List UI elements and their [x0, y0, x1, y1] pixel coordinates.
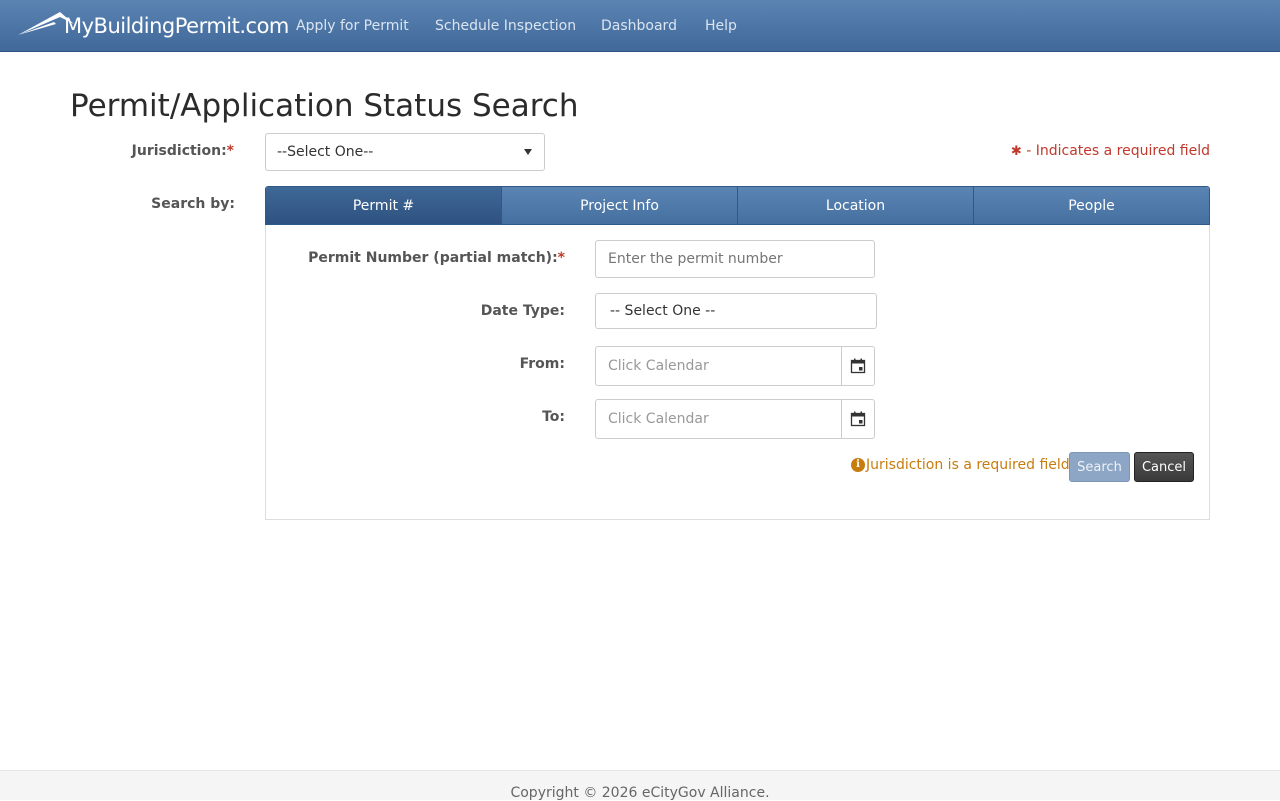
caret-down-icon: [524, 149, 532, 155]
page-title: Permit/Application Status Search: [70, 88, 579, 124]
permit-number-input[interactable]: [595, 240, 875, 278]
date-type-label: Date Type:: [480, 303, 565, 319]
to-date-placeholder: Click Calendar: [608, 411, 709, 427]
from-label: From:: [519, 356, 565, 372]
date-type-selected-value: -- Select One --: [610, 303, 716, 319]
site-logo[interactable]: MyBuildingPermit.com: [16, 8, 289, 44]
info-icon: i: [851, 458, 865, 472]
nav-help[interactable]: Help: [705, 18, 737, 34]
calendar-icon: [850, 358, 866, 374]
jurisdiction-label-text: Jurisdiction:: [131, 143, 227, 159]
date-type-select[interactable]: -- Select One --: [595, 293, 877, 329]
from-calendar-button[interactable]: [841, 346, 875, 386]
validation-error: i Jurisdiction is a required field: [851, 457, 1070, 473]
to-label: To:: [542, 409, 565, 425]
tab-permit-number[interactable]: Permit #: [266, 187, 501, 224]
search-button[interactable]: Search: [1069, 452, 1130, 482]
jurisdiction-selected-value: --Select One--: [277, 144, 374, 160]
to-date-input[interactable]: Click Calendar: [595, 399, 842, 439]
validation-error-text: Jurisdiction is a required field: [866, 457, 1070, 473]
to-calendar-button[interactable]: [841, 399, 875, 439]
required-asterisk: *: [226, 143, 234, 159]
search-by-label: Search by:: [151, 196, 235, 212]
tab-people[interactable]: People: [973, 187, 1209, 224]
required-note-text: - Indicates a required field: [1026, 143, 1210, 159]
calendar-icon: [850, 411, 866, 427]
permit-number-label-text: Permit Number (partial match):: [308, 250, 558, 266]
required-field-note: ✱ - Indicates a required field: [1011, 143, 1210, 159]
required-asterisk: *: [557, 250, 565, 266]
from-date-placeholder: Click Calendar: [608, 358, 709, 374]
required-star-icon: ✱: [1010, 144, 1022, 159]
nav-apply-for-permit[interactable]: Apply for Permit: [296, 18, 409, 34]
jurisdiction-label: Jurisdiction:*: [132, 143, 234, 159]
tab-project-info[interactable]: Project Info: [501, 187, 737, 224]
logo-text: MyBuildingPermit.com: [64, 14, 289, 38]
copyright-text: Copyright © 2026 eCityGov Alliance.: [510, 785, 770, 801]
permit-number-label: Permit Number (partial match):*: [308, 250, 565, 266]
search-by-tabs: Permit # Project Info Location People: [265, 186, 1210, 225]
jurisdiction-select[interactable]: --Select One--: [265, 133, 545, 171]
tab-location[interactable]: Location: [737, 187, 973, 224]
nav-dashboard[interactable]: Dashboard: [601, 18, 677, 34]
nav-schedule-inspection[interactable]: Schedule Inspection: [435, 18, 576, 34]
top-navbar: MyBuildingPermit.com Apply for Permit Sc…: [0, 0, 1280, 52]
footer: Copyright © 2026 eCityGov Alliance.: [0, 770, 1280, 801]
from-date-input[interactable]: Click Calendar: [595, 346, 842, 386]
cancel-button[interactable]: Cancel: [1134, 452, 1194, 482]
